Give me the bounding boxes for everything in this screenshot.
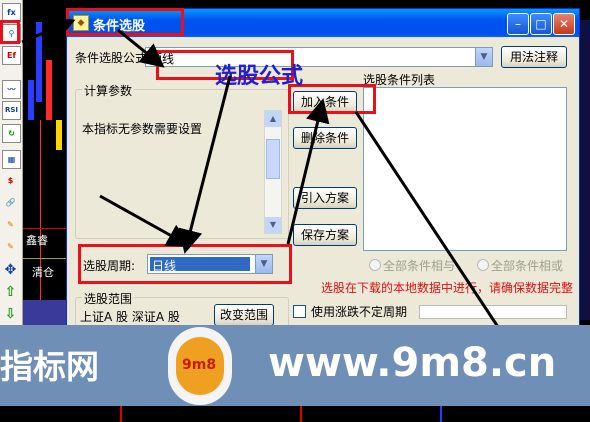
- chart-bottom-strip: [0, 406, 590, 422]
- arrow-formula-to-period: [178, 75, 232, 254]
- arrow-to-title: [21, 17, 76, 44]
- watermark-logo-text: 9m8: [182, 357, 217, 373]
- arrow-add-to-list: [354, 111, 502, 331]
- watermark-right-text: www.9m8.cn: [268, 340, 557, 386]
- arrow-period-to-add: [286, 98, 330, 245]
- arrow-to-formula: [117, 28, 165, 68]
- watermark-logo: 9m8: [168, 327, 232, 405]
- watermark-left-text: 指标网: [0, 347, 99, 386]
- arrow-to-period: [99, 194, 192, 247]
